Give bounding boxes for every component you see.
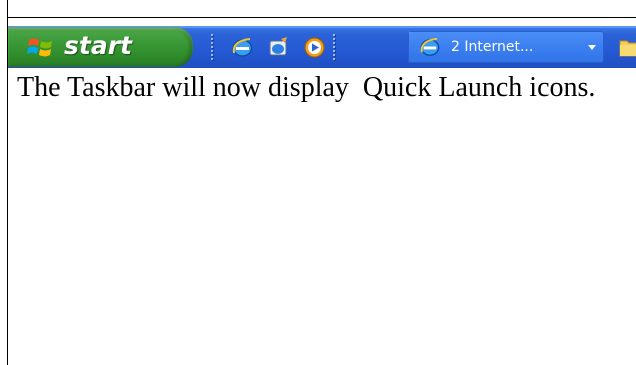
page-border-top: [7, 17, 636, 18]
toolbar-grip[interactable]: [332, 34, 336, 61]
chevron-down-icon[interactable]: [588, 45, 596, 50]
internet-explorer-icon[interactable]: [230, 35, 255, 60]
caption-text: The Taskbar will now display Quick Launc…: [17, 72, 596, 103]
taskbar-button-label: 2 Internet...: [451, 39, 534, 55]
folder-icon[interactable]: [618, 35, 636, 59]
media-player-icon[interactable]: [302, 35, 327, 60]
windows-taskbar: start 2 Internet...: [8, 26, 636, 68]
toolbar-grip[interactable]: [210, 34, 214, 61]
windows-flag-icon: [27, 38, 52, 57]
start-label: start: [64, 31, 132, 60]
outlook-express-icon[interactable]: [266, 35, 291, 60]
taskbar-button-internet[interactable]: 2 Internet...: [408, 31, 604, 63]
start-button[interactable]: start: [8, 27, 193, 67]
internet-explorer-icon: [420, 37, 440, 56]
